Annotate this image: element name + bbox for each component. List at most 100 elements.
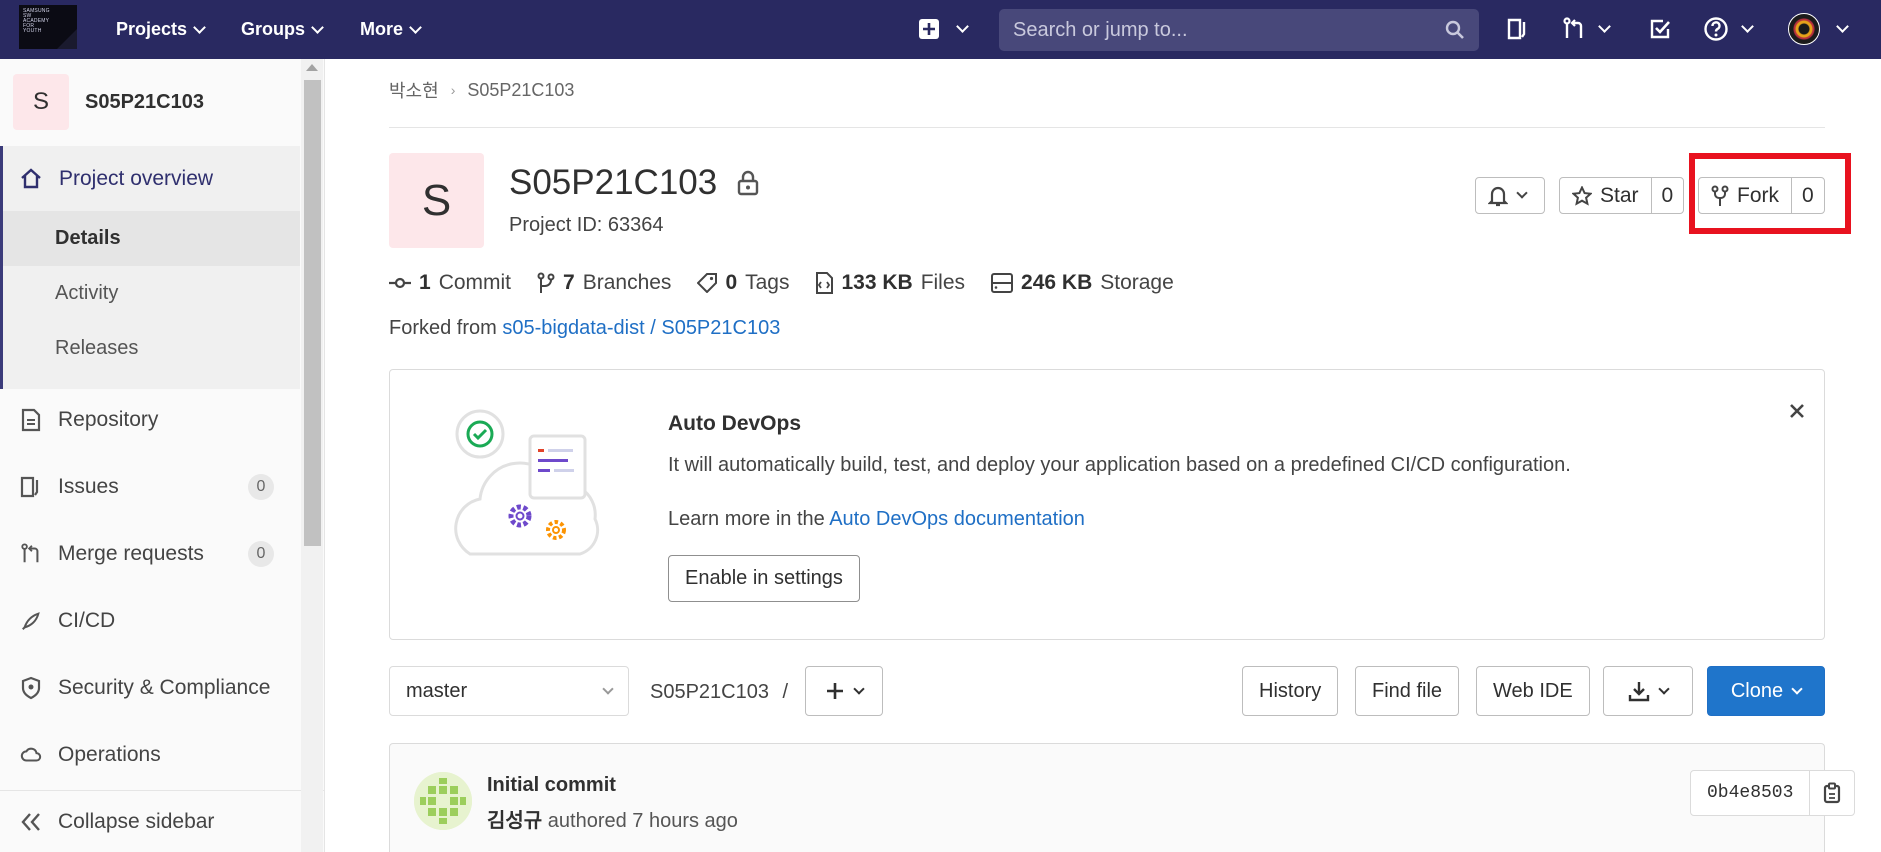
groups-menu[interactable]: Groups bbox=[241, 0, 324, 59]
download-dropdown[interactable] bbox=[1603, 666, 1693, 716]
projects-menu[interactable]: Projects bbox=[116, 0, 206, 59]
scroll-up-arrow-icon[interactable] bbox=[306, 64, 318, 71]
rocket-icon bbox=[22, 612, 40, 630]
chevron-down-icon bbox=[602, 682, 614, 695]
chevron-down-icon bbox=[1658, 682, 1670, 695]
commit-author[interactable]: 김성규 bbox=[487, 810, 542, 832]
todo-check-icon bbox=[1650, 19, 1670, 39]
sidebar-item-cicd[interactable]: CI/CD bbox=[0, 593, 300, 649]
search-input[interactable]: Search or jump to... bbox=[1013, 19, 1445, 42]
download-icon bbox=[1628, 682, 1650, 702]
star-count[interactable]: 0 bbox=[1650, 178, 1684, 213]
new-item-dropdown[interactable] bbox=[918, 15, 969, 43]
sidebar-item-label: Issues bbox=[58, 475, 119, 498]
stat-storage[interactable]: 246 KB Storage bbox=[991, 271, 1174, 295]
find-file-button[interactable]: Find file bbox=[1355, 666, 1460, 716]
sidebar-item-issues[interactable]: Issues 0 bbox=[0, 459, 300, 515]
sidebar-item-project-overview[interactable]: Project overview bbox=[3, 146, 300, 211]
merge-requests-nav-button[interactable] bbox=[1562, 15, 1611, 43]
page-title: S05P21C103 bbox=[509, 163, 759, 203]
chevron-down-icon bbox=[1598, 20, 1611, 33]
user-menu[interactable] bbox=[1788, 12, 1849, 46]
clipboard-icon bbox=[1824, 782, 1841, 804]
sidebar-subitem-releases[interactable]: Releases bbox=[3, 321, 300, 376]
breadcrumb-user[interactable]: 박소현 bbox=[389, 77, 439, 103]
branch-name: master bbox=[406, 679, 468, 702]
site-logo[interactable]: SAMSUNG SW ACADEMY FOR YOUTH bbox=[19, 5, 77, 49]
close-icon[interactable] bbox=[1788, 402, 1806, 420]
sidebar-subitem-activity[interactable]: Activity bbox=[3, 266, 300, 321]
stat-commits[interactable]: 1 Commit bbox=[389, 271, 511, 295]
copy-sha-button[interactable] bbox=[1810, 771, 1854, 815]
sidebar-item-merge-requests[interactable]: Merge requests 0 bbox=[0, 526, 300, 582]
issues-count-badge: 0 bbox=[248, 474, 274, 500]
stat-label: Branches bbox=[582, 271, 672, 294]
stat-files[interactable]: 133 KB Files bbox=[815, 271, 965, 295]
forked-from-prefix: Forked from bbox=[389, 317, 497, 339]
divider bbox=[389, 127, 1825, 128]
todos-nav-button[interactable] bbox=[1648, 15, 1672, 43]
stat-branches[interactable]: 7 Branches bbox=[537, 271, 671, 295]
help-nav-button[interactable] bbox=[1703, 15, 1754, 43]
clone-dropdown[interactable]: Clone bbox=[1707, 666, 1825, 716]
star-icon bbox=[1572, 185, 1592, 206]
sidebar-item-repository[interactable]: Repository bbox=[0, 392, 300, 448]
breadcrumb-separator-icon: › bbox=[450, 82, 456, 98]
sidebar-item-label: CI/CD bbox=[58, 609, 116, 632]
search-box[interactable]: Search or jump to... bbox=[999, 9, 1479, 51]
project-stats: 1 Commit 7 Branches 0 Tags 133 KB Files 246 … bbox=[389, 271, 1174, 295]
chevron-down-icon bbox=[193, 20, 206, 34]
forked-from-link[interactable]: s05-bigdata-dist / S05P21C103 bbox=[502, 317, 780, 339]
repo-path: S05P21C103 / bbox=[650, 681, 788, 704]
branch-icon bbox=[537, 272, 555, 293]
breadcrumb: 박소현 › S05P21C103 bbox=[389, 77, 574, 103]
commit-sha[interactable]: 0b4e8503 bbox=[1691, 771, 1811, 815]
sidebar-item-label: Project overview bbox=[59, 166, 214, 190]
sidebar-subitem-details[interactable]: Details bbox=[3, 211, 300, 266]
sidebar-item-label: Merge requests bbox=[58, 542, 204, 565]
notifications-dropdown[interactable] bbox=[1475, 177, 1545, 214]
sidebar-item-security[interactable]: Security & Compliance bbox=[0, 660, 300, 716]
stat-label: Commit bbox=[438, 271, 512, 294]
search-icon bbox=[1445, 20, 1464, 39]
web-ide-button[interactable]: Web IDE bbox=[1476, 666, 1590, 716]
commit-sha-group: 0b4e8503 bbox=[1690, 770, 1856, 816]
double-chevron-left-icon bbox=[21, 812, 40, 831]
star-button[interactable]: Star 0 bbox=[1559, 177, 1685, 214]
chevron-down-icon bbox=[311, 20, 324, 34]
sidebar-item-label: Operations bbox=[58, 743, 161, 766]
auto-devops-description: It will automatically build, test, and d… bbox=[668, 454, 1571, 476]
last-commit: Initial commit 김성규 authored 7 hours ago … bbox=[389, 743, 1856, 852]
plus-square-icon bbox=[919, 19, 939, 39]
sidebar-item-label: Security & Compliance bbox=[58, 676, 271, 699]
stat-tags[interactable]: 0 Tags bbox=[697, 271, 789, 295]
chevron-down-icon bbox=[1741, 20, 1754, 33]
collapse-sidebar-button[interactable]: Collapse sidebar bbox=[0, 790, 324, 852]
auto-devops-learn-more: Learn more in the Auto DevOps documentat… bbox=[668, 508, 1085, 531]
sidebar-item-operations[interactable]: Operations bbox=[0, 727, 300, 783]
user-avatar bbox=[1788, 13, 1820, 45]
issues-nav-button[interactable] bbox=[1505, 15, 1529, 43]
repo-path-name[interactable]: S05P21C103 bbox=[650, 681, 769, 703]
forked-from: Forked from s05-bigdata-dist / S05P21C10… bbox=[389, 317, 780, 340]
merge-request-icon bbox=[21, 543, 39, 563]
auto-devops-title: Auto DevOps bbox=[668, 412, 802, 435]
branch-selector[interactable]: master bbox=[389, 666, 629, 716]
plus-icon bbox=[827, 683, 843, 699]
breadcrumb-project[interactable]: S05P21C103 bbox=[467, 80, 574, 101]
project-avatar: S bbox=[389, 153, 484, 248]
history-button[interactable]: History bbox=[1242, 666, 1339, 716]
commit-author-avatar[interactable] bbox=[414, 772, 472, 830]
auto-devops-docs-link[interactable]: Auto DevOps documentation bbox=[829, 508, 1085, 530]
sidebar-project-header[interactable]: S S05P21C103 bbox=[0, 59, 300, 145]
stat-label: Storage bbox=[1100, 271, 1174, 294]
document-icon bbox=[21, 408, 41, 432]
more-menu[interactable]: More bbox=[360, 0, 422, 59]
project-avatar: S bbox=[13, 74, 69, 130]
sidebar-scrollbar-thumb[interactable] bbox=[304, 80, 321, 546]
commit-title[interactable]: Initial commit bbox=[487, 774, 616, 797]
enable-in-settings-button[interactable]: Enable in settings bbox=[668, 555, 860, 602]
merge-requests-count-badge: 0 bbox=[248, 541, 274, 567]
add-file-dropdown[interactable] bbox=[805, 666, 883, 716]
chevron-down-icon bbox=[1516, 187, 1528, 199]
